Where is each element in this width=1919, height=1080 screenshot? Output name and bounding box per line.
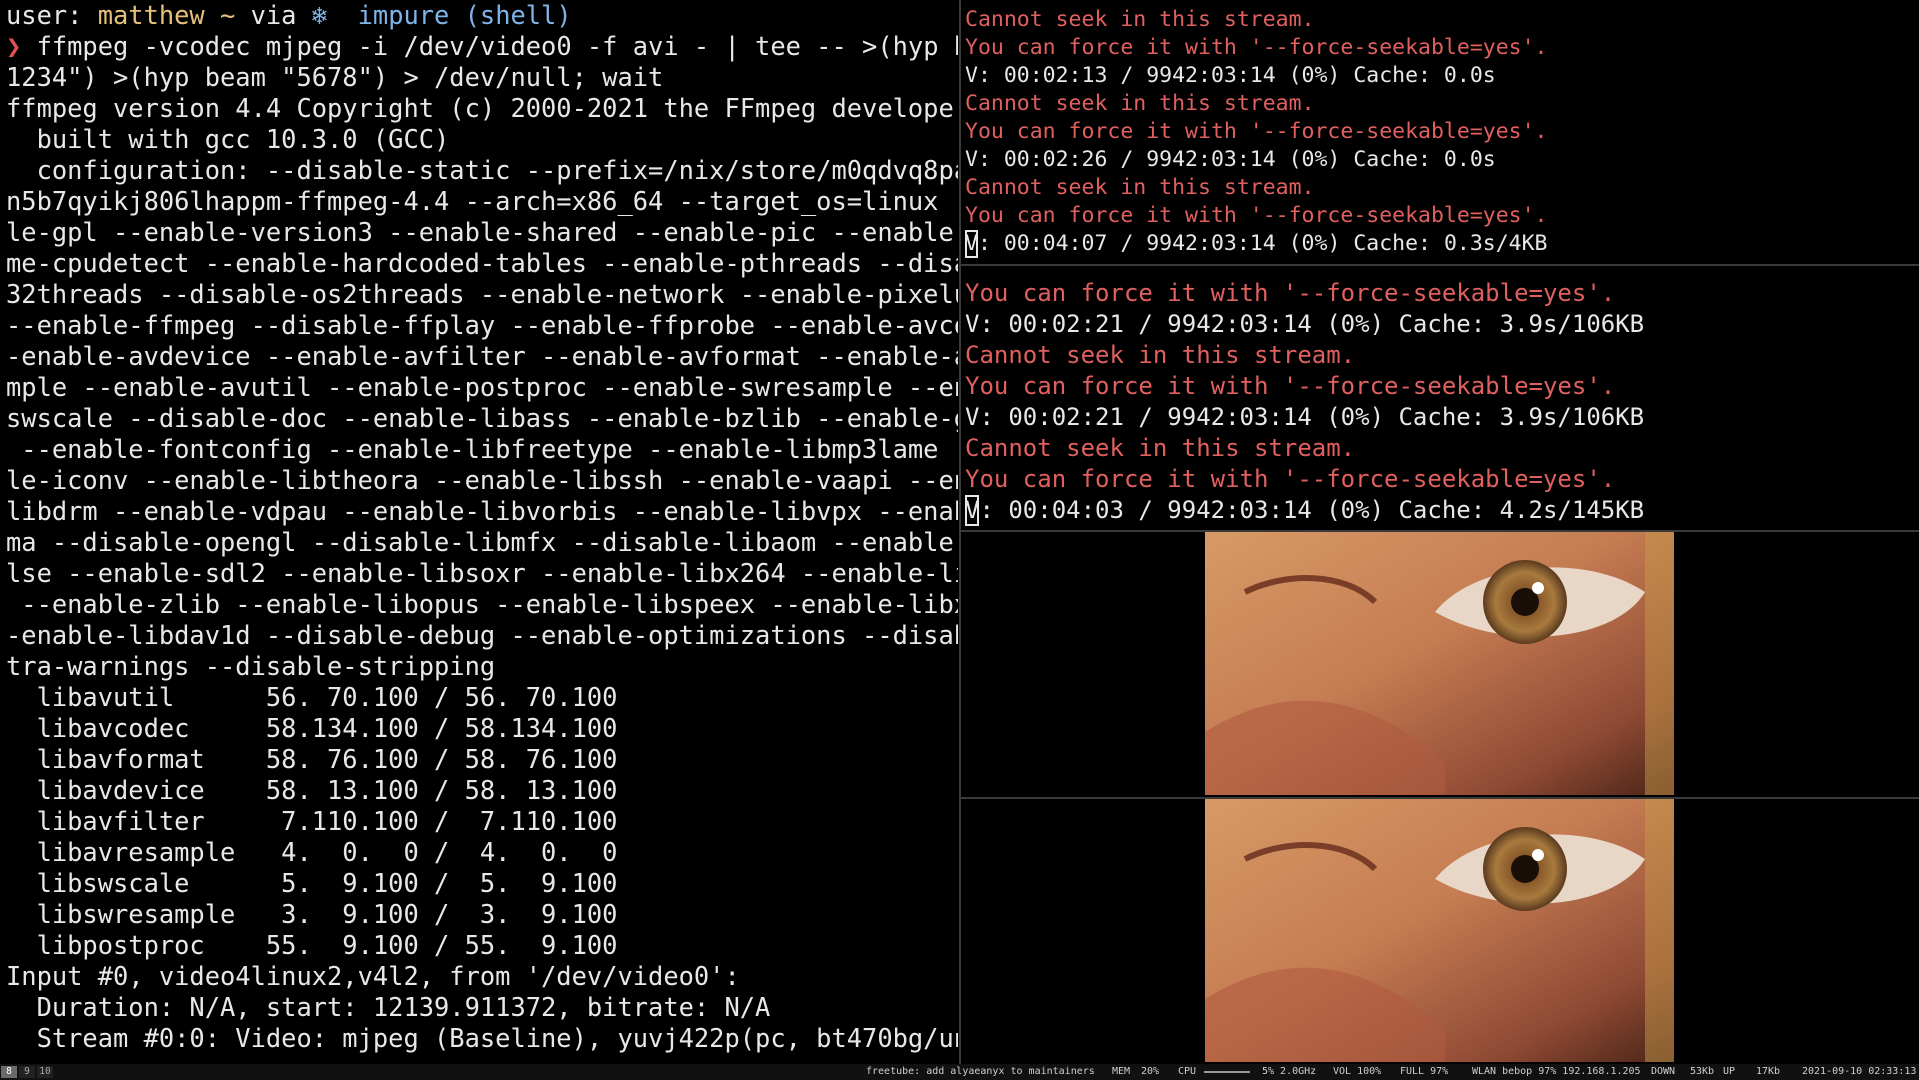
status-text: : 00:04:07 / 9942:03:14 (0%) Cache: 0.3s… — [977, 231, 1548, 256]
error-message-line: You can force it with '--force-seekable=… — [965, 119, 1548, 144]
terminal-output-line: libavutil 56. 70.100 / 56. 70.100 — [6, 682, 618, 712]
terminal-output-line: 32threads --disable-os2threads --enable-… — [6, 279, 958, 309]
cpu-graph — [1204, 1071, 1250, 1073]
terminal-output-line: --enable-zlib --enable-libopus --enable-… — [6, 589, 958, 619]
terminal-output-line: -enable-avdevice --enable-avfilter --ena… — [6, 341, 958, 371]
terminal-output-line: ffmpeg version 4.4 Copyright (c) 2000-20… — [6, 93, 958, 123]
workspace-10[interactable]: 10 — [37, 1066, 53, 1078]
error-message-line: You can force it with '--force-seekable=… — [965, 372, 1616, 400]
terminal-output-line: libdrm --enable-vdpau --enable-libvorbis… — [6, 496, 958, 526]
prompt-env: impure (shell) — [327, 0, 572, 30]
clock: 2021-09-10 02:33:13 — [1802, 1066, 1917, 1077]
net-up-value: 17Kb — [1756, 1066, 1781, 1077]
commit-message: freetube: add alyaeanyx to maintainers — [866, 1066, 1095, 1077]
terminal-output-line: lse --enable-sdl2 --enable-libsoxr --ena… — [6, 558, 958, 588]
terminal-output-line: le-iconv --enable-libtheora --enable-lib… — [6, 465, 958, 495]
cpu-freq: 5% 2.0GHz — [1262, 1066, 1317, 1077]
prompt-username: matthew — [97, 0, 205, 30]
wlan-status: WLAN bebop 97% 192.168.1.205 — [1472, 1066, 1641, 1077]
terminal-output-line: libavdevice 58. 13.100 / 58. 13.100 — [6, 775, 618, 805]
terminal-output-line: libswscale 5. 9.100 / 5. 9.100 — [6, 868, 618, 898]
status-line: V: 00:04:03 / 9942:03:14 (0%) Cache: 4.2… — [961, 495, 1919, 526]
prompt-user-label: user: — [6, 0, 98, 30]
prompt-directory: ~ — [204, 0, 236, 30]
error-message-line: Cannot seek in this stream. — [965, 175, 1315, 200]
cpu-label: CPU — [1178, 1066, 1197, 1077]
error-message-line: Cannot seek in this stream. — [965, 91, 1315, 116]
status-line: V: 00:02:21 / 9942:03:14 (0%) Cache: 3.9… — [965, 403, 1645, 431]
terminal-output-line: configuration: --disable-static --prefix… — [6, 155, 958, 185]
terminal-output-line: --enable-fontconfig --enable-libfreetype… — [6, 434, 958, 464]
webcam-frame-image — [1205, 532, 1674, 795]
mem-label: MEM — [1112, 1066, 1131, 1077]
terminal-output-line: Stream #0:0: Video: mjpeg (Baseline), yu… — [6, 1023, 958, 1053]
net-up-label: UP — [1723, 1066, 1736, 1077]
terminal-output-line: Duration: N/A, start: 12139.911372, bitr… — [6, 992, 771, 1022]
terminal-output-line: le-gpl --enable-version3 --enable-shared… — [6, 217, 958, 247]
terminal-output-line: libavfilter 7.110.100 / 7.110.100 — [6, 806, 618, 836]
battery-status: FULL 97% — [1400, 1066, 1449, 1077]
terminal-output-line: libavresample 4. 0. 0 / 4. 0. 0 — [6, 837, 618, 867]
nix-snowflake-icon: ❄ — [311, 0, 328, 30]
error-message-line: You can force it with '--force-seekable=… — [965, 203, 1548, 228]
terminal-mpv-2[interactable]: You can force it with '--force-seekable=… — [961, 266, 1919, 530]
video-window-2[interactable] — [1205, 799, 1674, 1062]
error-message-line: You can force it with '--force-seekable=… — [965, 35, 1548, 60]
terminal-output-line: libpostproc 55. 9.100 / 55. 9.100 — [6, 930, 618, 960]
terminal-cursor: V — [965, 495, 980, 526]
error-message-line: Cannot seek in this stream. — [965, 341, 1356, 369]
status-line: V: 00:02:21 / 9942:03:14 (0%) Cache: 3.9… — [965, 310, 1645, 338]
terminal-mpv-1[interactable]: Cannot seek in this stream. You can force… — [961, 0, 1919, 264]
workspace-8[interactable]: 8 — [1, 1066, 17, 1078]
net-down-value: 53Kb — [1690, 1066, 1715, 1077]
status-line: V: 00:02:13 / 9942:03:14 (0%) Cache: 0.0… — [965, 63, 1496, 88]
terminal-output-line: -enable-libdav1d --disable-debug --enabl… — [6, 620, 958, 650]
command-line: ❯ ffmpeg -vcodec mjpeg -i /dev/video0 -f… — [0, 31, 958, 62]
workspace-9[interactable]: 9 — [19, 1066, 35, 1078]
command-text: ffmpeg -vcodec mjpeg -i /dev/video0 -f a… — [36, 31, 958, 61]
error-message-line: Cannot seek in this stream. — [965, 434, 1356, 462]
terminal-output-line: built with gcc 10.3.0 (GCC) — [6, 124, 450, 154]
terminal-cursor: V — [965, 230, 978, 258]
net-down-label: DOWN — [1651, 1066, 1676, 1077]
status-line: V: 00:02:26 / 9942:03:14 (0%) Cache: 0.0… — [965, 147, 1496, 172]
status-bar: 8 9 10 freetube: add alyaeanyx to mainta… — [0, 1064, 1919, 1080]
webcam-frame-image — [1205, 799, 1674, 1062]
terminal-left[interactable]: user: matthew ~ via ❄ impure (shell) ❯ f… — [0, 0, 958, 1064]
error-message-line: You can force it with '--force-seekable=… — [965, 465, 1616, 493]
prompt-arrow-icon: ❯ — [6, 31, 37, 61]
terminal-output-line: mple --enable-avutil --enable-postproc -… — [6, 372, 958, 402]
volume-status: VOL 100% — [1333, 1066, 1382, 1077]
command-line: 1234") >(hyp beam "5678") > /dev/null; w… — [6, 62, 664, 92]
mem-value: 20% — [1141, 1066, 1160, 1077]
video-window-1[interactable] — [1205, 532, 1674, 795]
terminal-output-line: ma --disable-opengl --disable-libmfx --d… — [6, 527, 958, 557]
terminal-output-line: libswresample 3. 9.100 / 3. 9.100 — [6, 899, 618, 929]
status-text: : 00:04:03 / 9942:03:14 (0%) Cache: 4.2s… — [979, 496, 1645, 524]
terminal-output-line: swscale --disable-doc --enable-libass --… — [6, 403, 958, 433]
terminal-output-line: --enable-ffmpeg --disable-ffplay --enabl… — [6, 310, 958, 340]
error-message-line: Cannot seek in this stream. — [965, 7, 1315, 32]
terminal-output-line: libavformat 58. 76.100 / 58. 76.100 — [6, 744, 618, 774]
terminal-output-line: libavcodec 58.134.100 / 58.134.100 — [6, 713, 618, 743]
terminal-output-line: Input #0, video4linux2,v4l2, from '/dev/… — [6, 961, 740, 991]
prompt-via: via — [235, 0, 312, 30]
status-line: V: 00:04:07 / 9942:03:14 (0%) Cache: 0.3… — [961, 230, 1919, 258]
terminal-output-line: me-cpudetect --enable-hardcoded-tables -… — [6, 248, 958, 278]
terminal-output-line: n5b7qyikj806lhappm-ffmpeg-4.4 --arch=x86… — [6, 186, 958, 216]
terminal-output-line: tra-warnings --disable-stripping — [6, 651, 496, 681]
shell-prompt: user: matthew ~ via ❄ impure (shell) — [0, 0, 958, 31]
error-message-line: You can force it with '--force-seekable=… — [965, 279, 1616, 307]
